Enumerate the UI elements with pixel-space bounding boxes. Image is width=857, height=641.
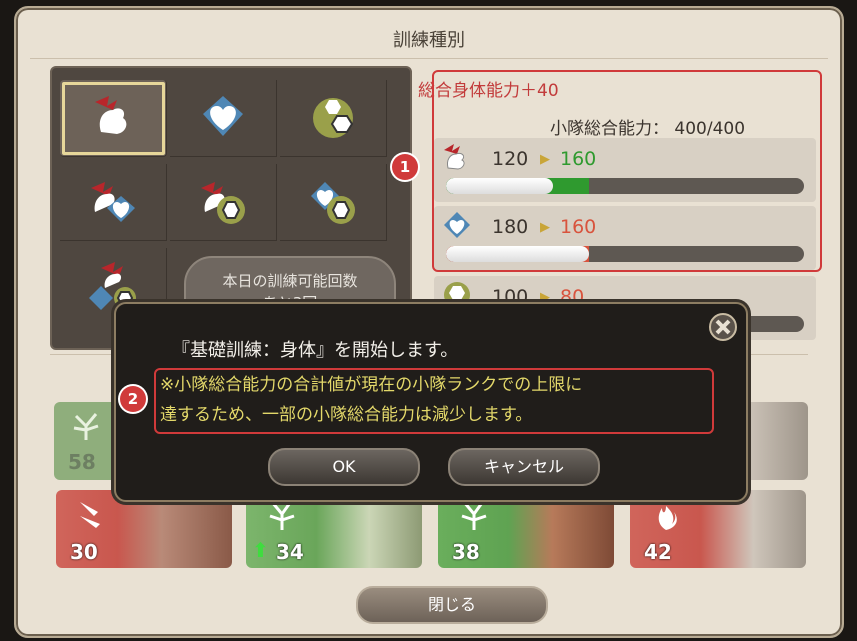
- stats-highlight-box: [432, 70, 822, 272]
- rank-up-arrow-icon: ⬆: [252, 538, 269, 562]
- tactical-training-icon: [313, 98, 354, 138]
- training-cell-physical[interactable]: [60, 80, 167, 157]
- member-level: 30: [70, 540, 98, 564]
- mental-tactical-training-icon: [311, 182, 355, 224]
- training-cell-mental[interactable]: [170, 80, 277, 157]
- training-cell-physical-tactical[interactable]: [170, 164, 277, 241]
- close-button[interactable]: 閉じる: [356, 586, 548, 624]
- training-cell-physical-mental[interactable]: [60, 164, 167, 241]
- mental-training-icon: [203, 96, 243, 136]
- annotation-badge-2: 2: [120, 386, 146, 412]
- dialog-message: 『基礎訓練：身体』を開始します。: [172, 340, 459, 361]
- ok-button[interactable]: OK: [268, 448, 420, 486]
- warning-highlight-box: [154, 368, 714, 434]
- physical-mental-training-icon: [91, 182, 135, 222]
- window-title: 訓練種別: [393, 30, 465, 51]
- member-level-upper: 58: [68, 450, 96, 474]
- close-icon[interactable]: [708, 312, 738, 342]
- annotation-badge-1: 1: [392, 154, 418, 180]
- tree-icon: [73, 413, 99, 440]
- member-level: 34: [276, 540, 304, 564]
- dagger-icon: [80, 502, 100, 528]
- member-level: 38: [452, 540, 480, 564]
- physical-tactical-training-icon: [201, 182, 245, 224]
- remaining-label: 本日の訓練可能回数: [222, 272, 358, 290]
- cancel-button[interactable]: キャンセル: [448, 448, 600, 486]
- training-cell-tactical[interactable]: [280, 80, 387, 157]
- training-cell-mental-tactical[interactable]: [280, 164, 387, 241]
- physical-training-icon: [95, 96, 127, 134]
- member-portrait-upper-right[interactable]: [744, 402, 808, 480]
- confirm-dialog: 『基礎訓練：身体』を開始します。 ※小隊総合能力の合計値が現在の小隊ランクでの上…: [114, 302, 748, 502]
- title-divider: [30, 58, 828, 59]
- member-level: 42: [644, 540, 672, 564]
